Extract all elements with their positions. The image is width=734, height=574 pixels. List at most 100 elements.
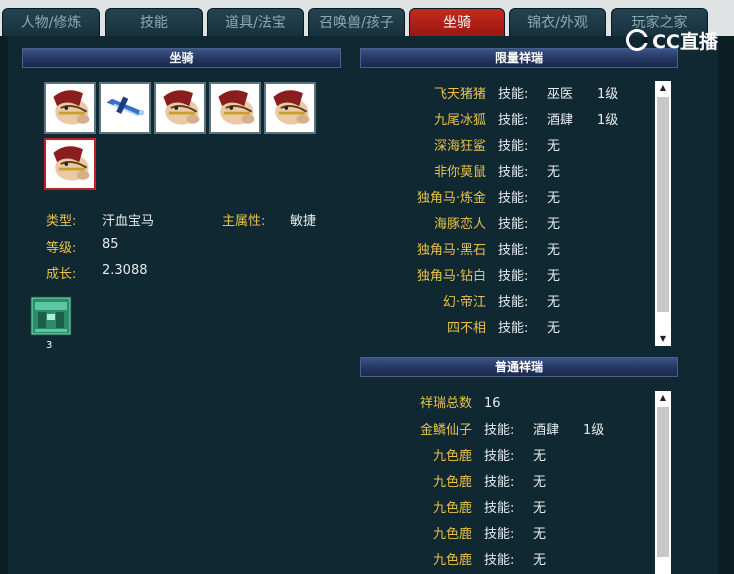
mount-list-row[interactable]: 九色鹿 技能: 无: [360, 522, 650, 548]
mount-list-row[interactable]: 独角马·黑石 技能: 无: [360, 238, 650, 264]
mount-name: 独角马·钻白: [416, 269, 486, 284]
mount-list-row[interactable]: 独角马·钻白 技能: 无: [360, 264, 650, 290]
skill-value: 酒肆: [547, 113, 574, 128]
mount-name: 独角马·黑石: [416, 243, 486, 258]
mount-slot-5[interactable]: [264, 82, 316, 134]
tab-pets[interactable]: 召唤兽/孩子: [308, 8, 405, 36]
tab-bar: 人物/修炼 技能 道具/法宝 召唤兽/孩子 坐骑 锦衣/外观 玩家之家: [0, 0, 734, 36]
mount-list-row[interactable]: 九色鹿 技能: 无: [360, 548, 650, 574]
skill-level: 1级: [597, 87, 619, 102]
mount-name: 独角马·炼金: [416, 191, 486, 206]
mount-list-row[interactable]: 九色鹿 技能: 无: [360, 470, 650, 496]
mount-name: 九色鹿: [432, 553, 472, 568]
skill-label: 技能:: [484, 449, 515, 464]
normal-total-label: 祥瑞总数: [419, 396, 472, 411]
green-jade-chest-icon[interactable]: [30, 296, 72, 336]
mount-list-row[interactable]: 深海狂鲨 技能: 无: [360, 134, 650, 160]
skill-label: 技能:: [498, 321, 529, 336]
mount-list-row[interactable]: 金鳞仙子 技能: 酒肆 1级: [360, 418, 650, 444]
skill-value: 无: [547, 139, 561, 154]
scroll-down-arrow-icon[interactable]: ▼: [655, 332, 671, 346]
skill-label: 技能:: [498, 269, 529, 284]
mount-name: 非你莫鼠: [433, 165, 486, 180]
horse-mount-icon: [266, 84, 314, 132]
skill-value: 无: [547, 269, 561, 284]
skill-value: 无: [533, 449, 547, 464]
type-value: 汗血宝马: [102, 214, 155, 229]
mount-list-row[interactable]: 独角马·炼金 技能: 无: [360, 186, 650, 212]
mount-name: 深海狂鲨: [433, 139, 486, 154]
skill-label: 技能:: [484, 501, 515, 516]
mount-slot-1[interactable]: [44, 82, 96, 134]
tab-items[interactable]: 道具/法宝: [207, 8, 304, 36]
skill-value: 酒肆: [533, 423, 560, 438]
scroll-up-arrow-icon[interactable]: ▲: [655, 81, 671, 95]
mount-slot-4[interactable]: [209, 82, 261, 134]
mount-list-row[interactable]: 非你莫鼠 技能: 无: [360, 160, 650, 186]
skill-value: 巫医: [547, 87, 574, 102]
skill-value: 无: [547, 321, 561, 336]
skill-label: 技能:: [484, 475, 515, 490]
skill-label: 技能:: [498, 295, 529, 310]
skill-value: 无: [547, 217, 561, 232]
mount-name: 幻·帝江: [442, 295, 486, 310]
mount-list-row[interactable]: 海豚恋人 技能: 无: [360, 212, 650, 238]
skill-level: 1级: [583, 423, 605, 438]
skill-value: 无: [547, 191, 561, 206]
skill-value: 无: [533, 527, 547, 542]
skill-value: 无: [547, 243, 561, 258]
skill-value: 无: [547, 165, 561, 180]
mount-section-header: 坐骑: [22, 48, 341, 68]
horse-mount-icon: [46, 84, 94, 132]
skill-value: 无: [547, 295, 561, 310]
skill-level: 1级: [597, 113, 619, 128]
logo-text: CC直播: [652, 30, 718, 53]
mount-list-row[interactable]: 九尾冰狐 技能: 酒肆 1级: [360, 108, 650, 134]
mount-section-title: 坐骑: [169, 51, 194, 65]
mount-name: 九色鹿: [432, 449, 472, 464]
skill-label: 技能:: [484, 423, 515, 438]
skill-label: 技能:: [498, 217, 529, 232]
cc-logo-icon: [626, 29, 649, 51]
normal-total-value: 16: [484, 396, 501, 411]
mount-page: 坐骑 类型: 汗血宝马 主属性: 敏捷 等级: 85 成长: 2.3088 3 …: [8, 36, 718, 574]
mount-name: 九色鹿: [432, 475, 472, 490]
mount-name: 飞天猪猪: [433, 87, 486, 102]
tab-mount[interactable]: 坐骑: [409, 8, 505, 36]
tab-character[interactable]: 人物/修炼: [2, 8, 100, 36]
skill-label: 技能:: [498, 139, 529, 154]
skill-value: 无: [533, 475, 547, 490]
mount-slot-6[interactable]: [44, 138, 96, 190]
tab-skills[interactable]: 技能: [105, 8, 203, 36]
mount-list-row[interactable]: 九色鹿 技能: 无: [360, 444, 650, 470]
skill-label: 技能:: [498, 87, 529, 102]
normal-scrollbar[interactable]: ▲: [655, 391, 671, 574]
blue-flying-sword-mount-icon: [101, 84, 149, 132]
skill-label: 技能:: [498, 243, 529, 258]
horse-mount-icon: [46, 140, 94, 188]
normal-total-row: 祥瑞总数 16: [360, 391, 650, 417]
limited-scroll-thumb[interactable]: [657, 97, 669, 312]
cc-live-logo: CC直播: [626, 26, 718, 54]
mount-list-row[interactable]: 九色鹿 技能: 无: [360, 496, 650, 522]
tab-appearance[interactable]: 锦衣/外观: [509, 8, 606, 36]
mount-list-row[interactable]: 飞天猪猪 技能: 巫医 1级: [360, 82, 650, 108]
type-label: 类型:: [46, 214, 77, 229]
mount-slot-3[interactable]: [154, 82, 206, 134]
item-count: 3: [46, 340, 53, 351]
growth-label: 成长:: [46, 267, 77, 282]
level-value: 85: [102, 237, 119, 252]
mount-name: 九色鹿: [432, 527, 472, 542]
limited-section-title: 限量祥瑞: [494, 51, 543, 65]
mount-slot-2[interactable]: [99, 82, 151, 134]
scroll-up-arrow-icon[interactable]: ▲: [655, 391, 671, 405]
skill-label: 技能:: [484, 527, 515, 542]
limited-scrollbar[interactable]: ▲ ▼: [655, 81, 671, 346]
normal-section-header: 普通祥瑞: [360, 357, 678, 377]
mount-list-row[interactable]: 幻·帝江 技能: 无: [360, 290, 650, 316]
skill-value: 无: [533, 501, 547, 516]
normal-scroll-thumb[interactable]: [657, 407, 669, 557]
mount-name: 海豚恋人: [433, 217, 486, 232]
main-attr-label: 主属性:: [222, 214, 266, 229]
mount-list-row[interactable]: 四不相 技能: 无: [360, 316, 650, 342]
